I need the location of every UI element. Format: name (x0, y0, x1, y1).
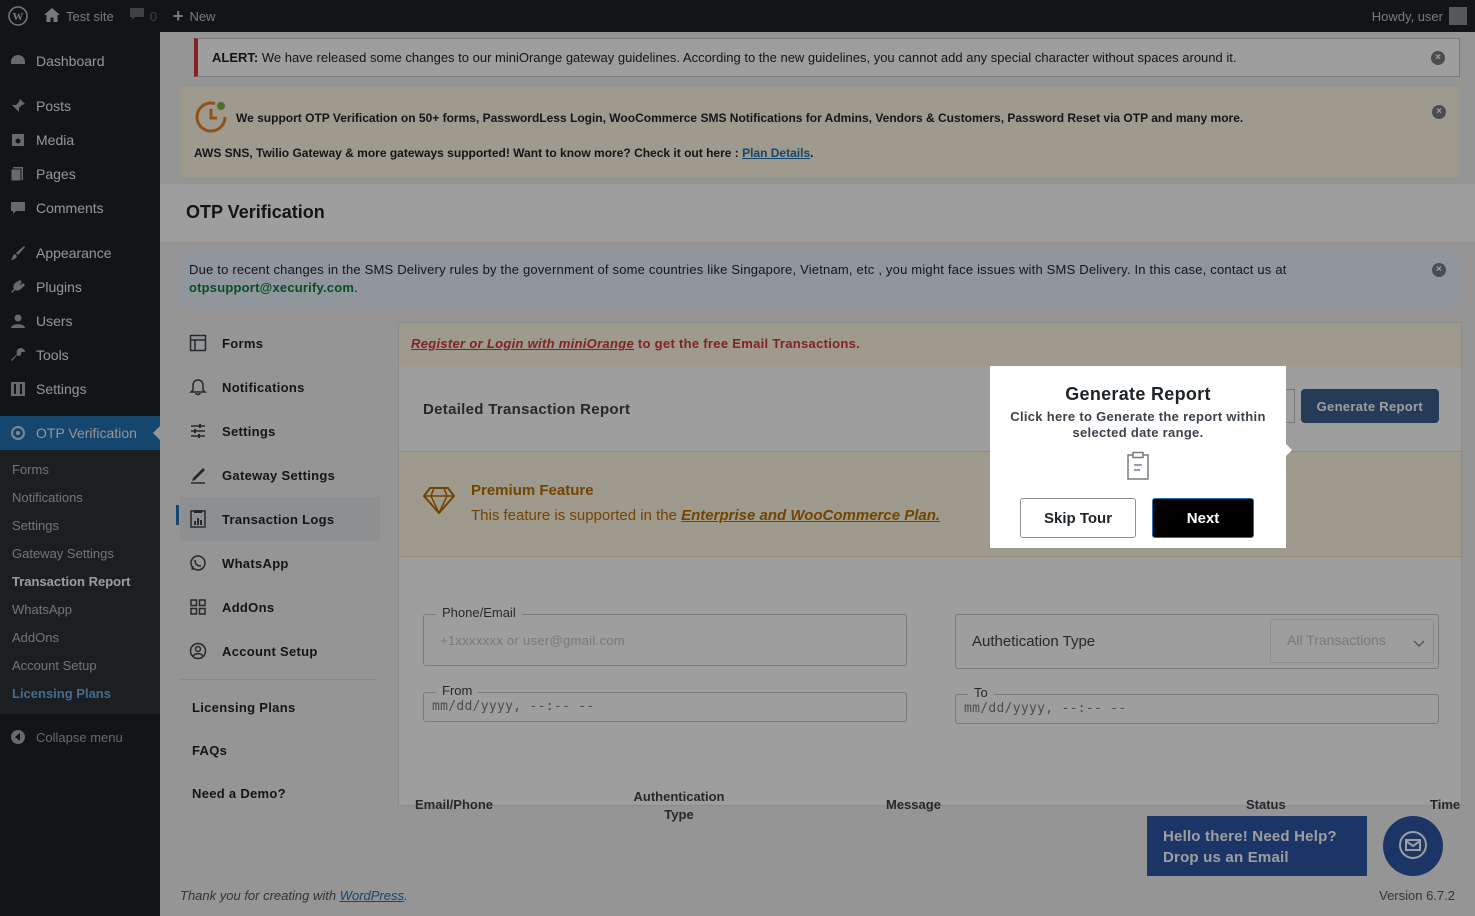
tour-popup: Generate Report Click here to Generate t… (990, 366, 1292, 548)
skip-tour-button[interactable]: Skip Tour (1020, 498, 1136, 538)
clipboard-icon (1126, 451, 1150, 481)
next-button[interactable]: Next (1152, 498, 1254, 538)
tour-title: Generate Report (1065, 384, 1211, 404)
tour-description: Click here to Generate the report within… (1010, 409, 1266, 440)
